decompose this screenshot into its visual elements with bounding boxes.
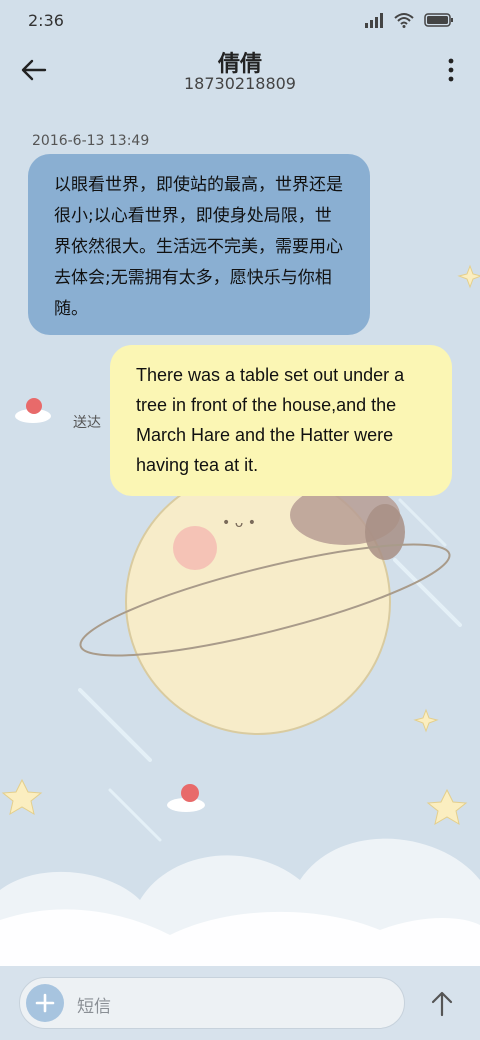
message-input-placeholder: 短信 bbox=[77, 997, 111, 1017]
outgoing-message-bubble[interactable]: There was a table set out under a tree i… bbox=[110, 345, 452, 496]
add-icon bbox=[35, 993, 55, 1013]
incoming-message-bubble[interactable]: 以眼看世界，即使站的最高，世界还是很小;以心看世界，即使身处局限，世界依然很大。… bbox=[28, 154, 370, 335]
wifi-icon bbox=[394, 13, 414, 28]
more-vertical-icon[interactable] bbox=[444, 56, 458, 84]
composer-bar: 短信 bbox=[0, 966, 480, 1040]
svg-text:• ᴗ •: • ᴗ • bbox=[222, 515, 256, 531]
add-attachment-button[interactable] bbox=[26, 984, 64, 1022]
message-timestamp: 2016-6-13 13:49 bbox=[32, 133, 150, 149]
conversation-header: 倩倩 18730218809 bbox=[0, 42, 480, 104]
status-bar: 2:36 bbox=[0, 0, 480, 42]
battery-icon bbox=[424, 13, 453, 27]
send-arrow-icon[interactable] bbox=[426, 988, 458, 1020]
delivery-status: 送达 bbox=[73, 415, 101, 431]
status-time: 2:36 bbox=[28, 11, 64, 30]
signal-icon bbox=[365, 13, 383, 28]
message-input[interactable]: 短信 bbox=[19, 977, 405, 1029]
status-icons bbox=[364, 12, 454, 28]
contact-phone: 18730218809 bbox=[184, 74, 296, 93]
